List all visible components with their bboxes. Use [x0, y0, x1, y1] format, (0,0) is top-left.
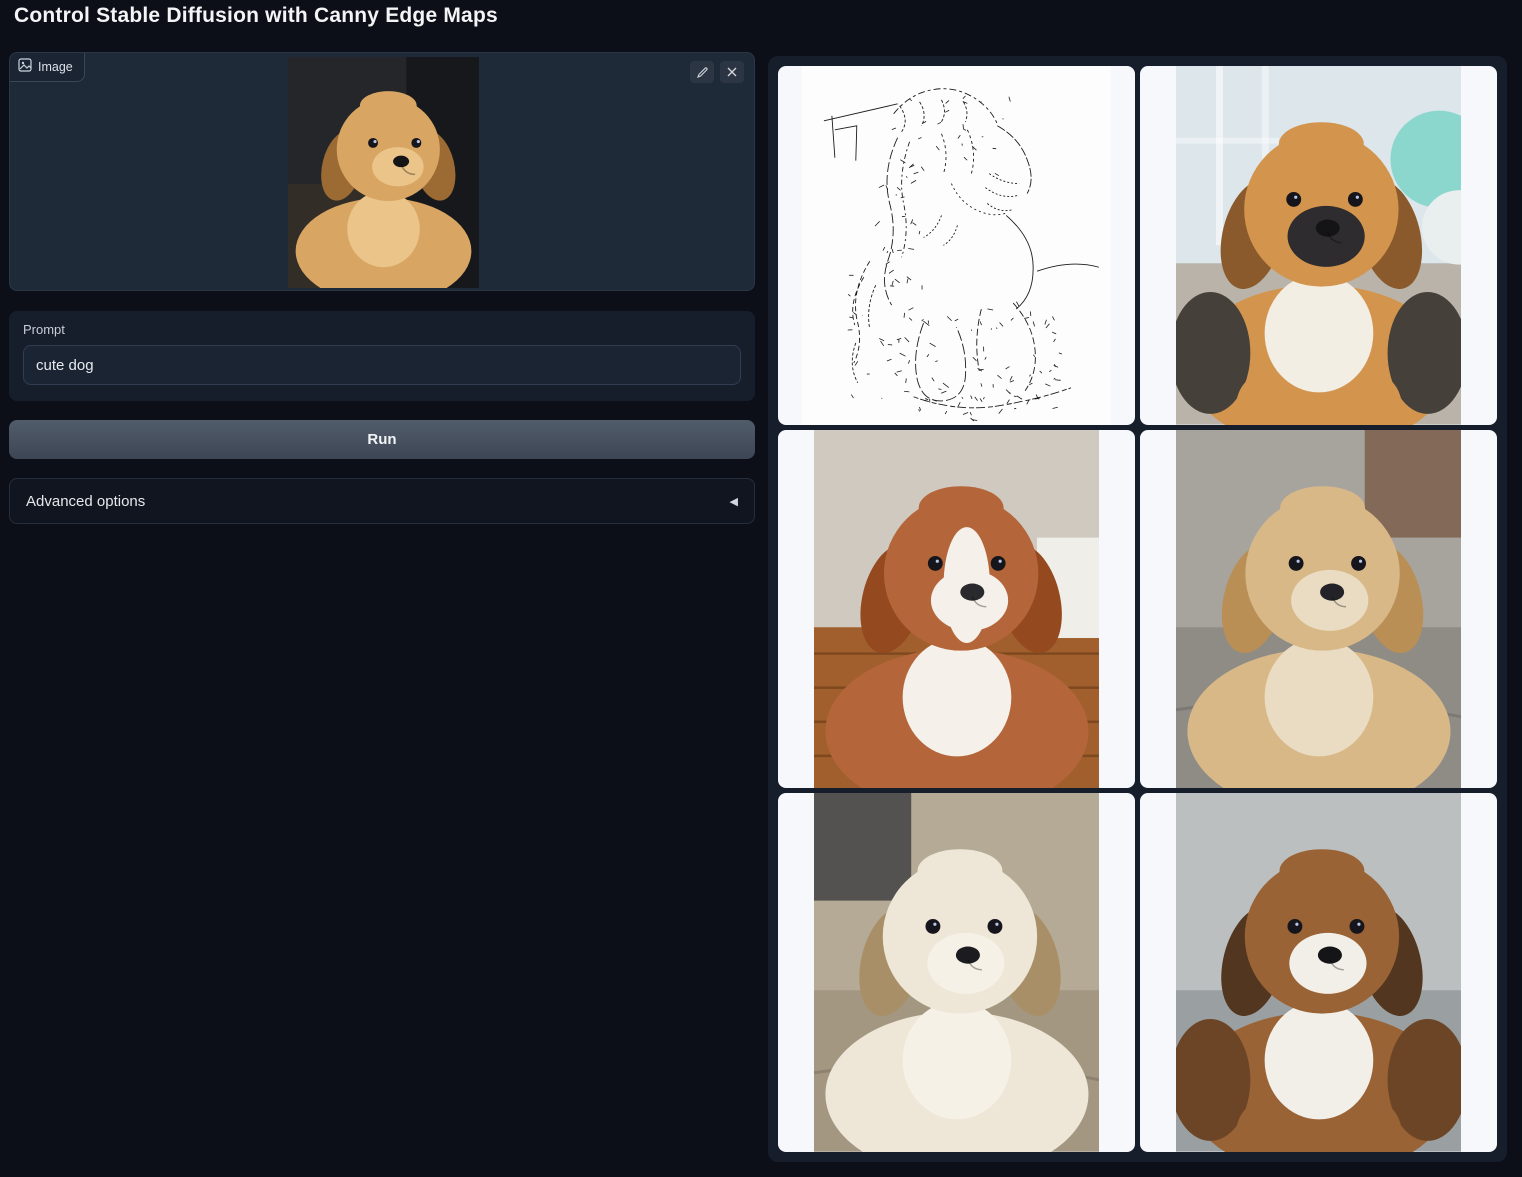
- prompt-label: Prompt: [23, 322, 65, 337]
- advanced-options-accordion[interactable]: Advanced options ◀: [9, 478, 755, 524]
- input-puppy-photo: [288, 57, 479, 288]
- advanced-options-label: Advanced options: [26, 493, 145, 510]
- gallery-item-generated-image-1[interactable]: [1140, 66, 1497, 425]
- gallery-item-generated-image-4[interactable]: [778, 793, 1135, 1152]
- prompt-card: Prompt: [9, 311, 755, 401]
- generated-image-4-graphic: [814, 793, 1100, 1152]
- left-column: Image Prompt Run Advanced options ◀: [9, 52, 755, 291]
- image-icon: [18, 58, 32, 75]
- page-title: Control Stable Diffusion with Canny Edge…: [14, 4, 498, 28]
- gallery-item-generated-image-3[interactable]: [1140, 430, 1497, 789]
- input-puppy-photo-graphic: [288, 57, 479, 288]
- image-tab: Image: [10, 53, 85, 82]
- edit-button[interactable]: [690, 61, 714, 83]
- generated-image-2-graphic: [814, 430, 1100, 789]
- image-toolbar: [690, 61, 744, 83]
- generated-image-3-graphic: [1176, 430, 1462, 789]
- gallery-item-canny-edge-map[interactable]: [778, 66, 1135, 425]
- generated-image-1-graphic: [1176, 66, 1462, 425]
- gallery-item-generated-image-2[interactable]: [778, 430, 1135, 789]
- canny-edge-map-graphic: [802, 66, 1111, 425]
- result-gallery: [768, 56, 1507, 1162]
- clear-button[interactable]: [720, 61, 744, 83]
- gallery-item-generated-image-5[interactable]: [1140, 793, 1497, 1152]
- pencil-icon: [696, 66, 709, 79]
- input-image-panel: Image: [9, 52, 755, 291]
- generated-image-5-graphic: [1176, 793, 1462, 1152]
- image-tab-label: Image: [38, 60, 73, 74]
- close-icon: [726, 66, 738, 78]
- collapse-arrow-icon: ◀: [730, 495, 738, 508]
- run-button[interactable]: Run: [9, 420, 755, 459]
- prompt-input[interactable]: [23, 345, 741, 385]
- gallery-grid: [778, 66, 1497, 1152]
